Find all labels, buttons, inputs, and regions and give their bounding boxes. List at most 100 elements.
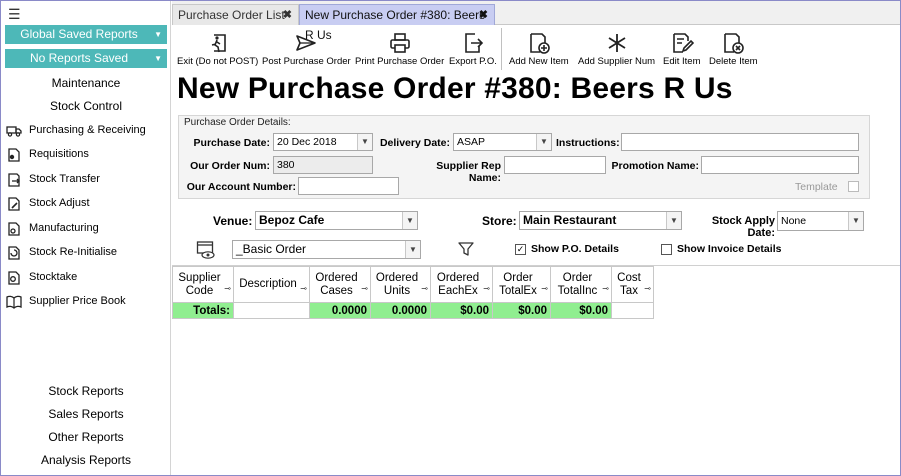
pin-icon[interactable]: ⊸ xyxy=(541,282,548,295)
add-new-item-button[interactable]: Add New Item xyxy=(509,30,569,67)
post-purchase-order-button[interactable]: Post Purchase Order xyxy=(262,30,351,67)
purchase-date-picker[interactable]: 20 Dec 2018 ▼ xyxy=(273,133,373,151)
close-icon[interactable]: ✖ xyxy=(283,5,292,25)
delete-item-button[interactable]: Delete Item xyxy=(709,30,758,67)
sidebar-maintenance[interactable]: Maintenance xyxy=(1,76,171,90)
adjust-icon xyxy=(5,195,23,211)
delete-icon xyxy=(709,30,758,56)
sidebar-item-label: Stock Re-Initialise xyxy=(29,246,118,258)
requisition-icon xyxy=(5,146,23,162)
column-header-text: Tax xyxy=(620,284,638,297)
delivery-date-label: Delivery Date: xyxy=(379,137,450,149)
column-header-ordered-eachex[interactable]: Ordered EachEx ⊸ xyxy=(430,266,493,303)
print-purchase-order-button[interactable]: Print Purchase Order xyxy=(355,30,444,67)
sidebar-item-stock-reinitialise[interactable]: Stock Re-Initialise xyxy=(5,243,117,261)
store-value: Main Restaurant xyxy=(523,213,617,227)
chevron-down-icon[interactable]: ▼ xyxy=(848,212,863,230)
tab-label: Purchase Order List xyxy=(178,8,285,22)
venue-select[interactable]: Bepoz Cafe ▼ xyxy=(255,211,418,230)
sidebar-item-label: Requisitions xyxy=(29,148,89,160)
edit-item-button[interactable]: Edit Item xyxy=(663,30,701,67)
sidebar-other-reports[interactable]: Other Reports xyxy=(1,430,171,444)
chevron-down-icon: ▼ xyxy=(154,54,162,63)
details-section-label: Purchase Order Details: xyxy=(184,117,291,128)
no-reports-saved-dropdown[interactable]: No Reports Saved ▼ xyxy=(5,49,167,68)
column-header-cost-tax[interactable]: Cost Tax ⊸ xyxy=(611,266,654,303)
sidebar-item-stock-adjust[interactable]: Stock Adjust xyxy=(5,194,90,212)
sidebar-item-manufacturing[interactable]: Manufacturing xyxy=(5,219,99,237)
column-header-text: Ordered xyxy=(375,271,419,284)
sidebar-item-supplier-price-book[interactable]: Supplier Price Book xyxy=(5,292,126,310)
column-header-supplier-code[interactable]: Supplier Code ⊸ xyxy=(172,266,234,303)
sidebar-analysis-reports[interactable]: Analysis Reports xyxy=(1,453,171,467)
chevron-down-icon[interactable]: ▼ xyxy=(666,212,681,229)
totals-ordered-cases: 0.0000 xyxy=(309,302,371,319)
preview-icon[interactable] xyxy=(196,240,216,260)
filter-icon[interactable] xyxy=(458,241,474,257)
template-checkbox[interactable] xyxy=(848,181,859,192)
pin-icon[interactable]: ⊸ xyxy=(224,282,231,295)
exit-button[interactable]: Exit (Do not POST) xyxy=(177,30,258,67)
sidebar-item-stock-transfer[interactable]: Stock Transfer xyxy=(5,170,100,188)
chevron-down-icon[interactable]: ▼ xyxy=(405,241,420,258)
sidebar-sales-reports[interactable]: Sales Reports xyxy=(1,407,171,421)
totals-description xyxy=(233,302,310,319)
tab-purchase-order-list[interactable]: Purchase Order List ✖ xyxy=(172,4,299,25)
tab-new-purchase-order[interactable]: New Purchase Order #380: Beers R Us ✖ xyxy=(299,4,495,42)
instructions-input[interactable] xyxy=(621,133,859,151)
pin-icon[interactable]: ⊸ xyxy=(300,282,307,295)
account-number-label: Our Account Number: xyxy=(186,181,296,193)
sidebar-stock-reports[interactable]: Stock Reports xyxy=(1,384,171,398)
sidebar-item-purchasing[interactable]: Purchasing & Receiving xyxy=(5,121,146,139)
column-header-text: Ordered xyxy=(436,271,480,284)
chevron-down-icon: ▼ xyxy=(154,30,162,39)
close-icon[interactable]: ✖ xyxy=(479,5,488,25)
column-header-ordered-units[interactable]: Ordered Units ⊸ xyxy=(370,266,431,303)
supplier-rep-input[interactable] xyxy=(504,156,606,174)
add-supplier-num-button[interactable]: Add Supplier Num xyxy=(578,30,655,67)
chevron-down-icon[interactable]: ▼ xyxy=(536,134,551,150)
pin-icon[interactable]: ⊸ xyxy=(644,282,651,295)
tab-bar: Purchase Order List ✖ New Purchase Order… xyxy=(172,1,900,42)
no-reports-saved-label: No Reports Saved xyxy=(29,51,129,65)
book-icon xyxy=(5,293,23,309)
sidebar-item-requisitions[interactable]: Requisitions xyxy=(5,145,89,163)
store-select[interactable]: Main Restaurant ▼ xyxy=(519,211,682,230)
pin-icon[interactable]: ⊸ xyxy=(361,282,368,295)
promotion-name-input[interactable] xyxy=(701,156,859,174)
column-header-description[interactable]: Description ⊸ xyxy=(233,266,310,303)
show-invoice-details-checkbox[interactable] xyxy=(661,244,672,255)
column-header-ordered-cases[interactable]: Ordered Cases ⊸ xyxy=(309,266,371,303)
order-num-label: Our Order Num: xyxy=(190,160,270,172)
show-po-details-checkbox[interactable]: ✓ xyxy=(515,244,526,255)
export-po-button[interactable]: Export P.O. xyxy=(449,30,497,67)
sidebar-item-label: Stocktake xyxy=(29,271,78,283)
sidebar-stock-control[interactable]: Stock Control xyxy=(1,99,171,113)
sidebar-item-label: Supplier Price Book xyxy=(29,295,126,307)
column-header-text: Units xyxy=(383,284,411,297)
manufacturing-icon xyxy=(5,220,23,236)
column-header-text: Cost xyxy=(617,271,641,284)
venue-value: Bepoz Cafe xyxy=(259,213,325,227)
hamburger-menu-icon[interactable]: ☰ xyxy=(8,7,21,21)
column-header-text: Ordered xyxy=(315,271,358,284)
printer-icon xyxy=(355,30,444,56)
totals-row: Totals: 0.0000 0.0000 $0.00 $0.00 $0.00 xyxy=(172,302,654,319)
column-header-order-totalinc[interactable]: Order TotalInc ⊸ xyxy=(550,266,612,303)
pin-icon[interactable]: ⊸ xyxy=(483,282,490,295)
venue-label: Venue: xyxy=(213,214,253,228)
global-saved-reports-dropdown[interactable]: Global Saved Reports ▼ xyxy=(5,25,167,44)
pin-icon[interactable]: ⊸ xyxy=(602,282,609,295)
layout-select[interactable]: _Basic Order ▼ xyxy=(232,240,421,259)
column-header-order-totalex[interactable]: Order TotalEx ⊸ xyxy=(492,266,551,303)
page-title: New Purchase Order #380: Beers R Us xyxy=(177,72,733,105)
account-number-input[interactable] xyxy=(298,177,399,195)
delivery-date-select[interactable]: ASAP ▼ xyxy=(453,133,552,151)
sidebar-item-stocktake[interactable]: Stocktake xyxy=(5,268,77,286)
reinitialise-icon xyxy=(5,244,23,260)
chevron-down-icon[interactable]: ▼ xyxy=(402,212,417,229)
pin-icon[interactable]: ⊸ xyxy=(421,282,428,295)
show-invoice-details-label: Show Invoice Details xyxy=(677,243,782,255)
chevron-down-icon[interactable]: ▼ xyxy=(357,134,372,150)
stock-apply-date-select[interactable]: None ▼ xyxy=(777,211,864,231)
